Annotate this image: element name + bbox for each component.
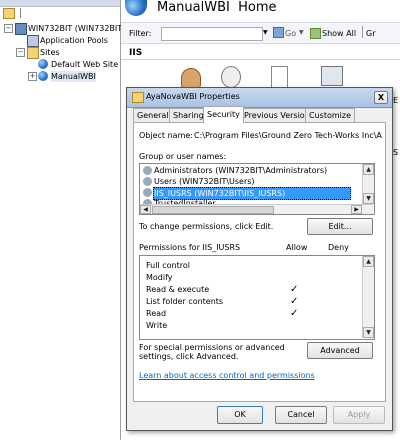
feature-default-document-icon[interactable] <box>271 66 288 88</box>
scroll-right-arrow-icon[interactable]: ▶ <box>351 205 362 214</box>
sites-folder-icon <box>27 47 39 59</box>
group-iis-icon <box>143 188 152 197</box>
permission-allow: ✓ <box>290 296 299 307</box>
show-all-icon <box>310 28 321 39</box>
close-icon[interactable]: X <box>374 91 388 104</box>
tree-node-default-site[interactable]: Default Web Site <box>51 59 118 70</box>
advanced-button[interactable]: Advanced <box>307 342 373 359</box>
folder-title-icon <box>132 92 144 103</box>
feature-compression-icon[interactable] <box>221 66 241 88</box>
group-names-list[interactable]: Administrators (WIN732BIT\Administrators… <box>139 163 375 215</box>
permission-allow: ✓ <box>290 284 299 295</box>
permission-name: List folder contents <box>146 297 224 306</box>
filter-input[interactable] <box>161 27 263 41</box>
learn-more-link[interactable]: Learn about access control and permissio… <box>139 371 315 380</box>
default-site-globe-icon <box>38 59 48 69</box>
dialog-title-bar[interactable]: AyaNovaWBI Properties X <box>127 88 392 108</box>
site-header-globe-icon <box>125 0 147 16</box>
security-tab-panel: Object name: C:\Program Files\Ground Zer… <box>133 122 386 402</box>
tab-sharing[interactable]: Sharing <box>169 108 208 122</box>
filter-dropdown-arrow-icon[interactable]: ▼ <box>263 29 268 36</box>
folder-toolbar-icon[interactable] <box>3 8 15 19</box>
tree-node-sites[interactable]: Sites <box>40 47 60 58</box>
server-icon <box>15 23 27 35</box>
dialog-title: AyaNovaWBI Properties <box>146 92 240 101</box>
object-name-label: Object name: <box>139 131 193 140</box>
list-item[interactable]: Administrators (WIN732BIT\Administrators… <box>154 165 327 176</box>
cancel-button[interactable]: Cancel <box>275 406 327 424</box>
scroll-left-arrow-icon[interactable]: ◀ <box>140 205 151 214</box>
permission-name: Write <box>146 321 168 330</box>
scroll-up-arrow-icon[interactable]: ▲ <box>363 256 374 267</box>
tree-node-app-pools[interactable]: Application Pools <box>40 35 108 46</box>
permission-name: Read & execute <box>146 285 210 294</box>
object-name-value: C:\Program Files\Ground Zero Tech-Works … <box>194 131 382 140</box>
page-title: ManualWBI Home <box>157 0 277 15</box>
tree-toolbar-strip <box>0 0 120 7</box>
scroll-down-arrow-icon[interactable]: ▼ <box>363 327 374 338</box>
permissions-list: Full control Modify Read & execute ✓ Lis… <box>139 255 375 340</box>
permission-allow: ✓ <box>290 308 299 319</box>
go-icon[interactable] <box>273 27 284 38</box>
properties-dialog: AyaNovaWBI Properties X General Sharing … <box>126 87 393 431</box>
scroll-down-arrow-icon[interactable]: ▼ <box>363 193 374 204</box>
manual-site-globe-icon <box>38 71 48 81</box>
show-all-button[interactable]: Show All <box>322 29 356 38</box>
filter-label: Filter: <box>129 29 152 38</box>
feature-caption-fragment-s: S <box>393 148 399 157</box>
apply-button[interactable]: Apply <box>333 406 385 424</box>
special-permissions-text: For special permissions or advanced sett… <box>139 343 285 361</box>
feature-caption-fragment-e: E <box>393 96 399 105</box>
list-item[interactable]: Users (WIN732BIT\Users) <box>154 176 255 187</box>
permission-name: Read <box>146 309 167 318</box>
permissions-vertical-scrollbar[interactable]: ▲ ▼ <box>362 256 374 338</box>
group-list-vertical-scrollbar[interactable]: ▲ ▼ <box>362 164 374 204</box>
server-expand-toggle[interactable]: − <box>4 24 13 33</box>
group-by-button[interactable]: Gr <box>366 29 376 38</box>
section-divider <box>121 59 400 60</box>
sites-expand-toggle[interactable]: − <box>16 48 25 57</box>
tab-customize[interactable]: Customize <box>305 108 355 122</box>
permission-name: Full control <box>146 261 190 270</box>
change-permissions-text: To change permissions, click Edit. <box>139 222 274 231</box>
group-users-icon <box>143 177 152 186</box>
group-list-horizontal-scrollbar[interactable]: ◀ ▶ <box>140 204 373 214</box>
tree-node-manual-site[interactable]: ManualWBI <box>51 71 96 82</box>
app-pools-icon <box>27 35 39 47</box>
scroll-thumb[interactable] <box>152 206 274 214</box>
group-names-label: Group or user names: <box>139 152 227 161</box>
section-header-iis: IIS <box>129 48 143 58</box>
scroll-up-arrow-icon[interactable]: ▲ <box>363 164 374 175</box>
feature-directory-browsing-icon[interactable] <box>321 66 343 86</box>
manual-site-expand-toggle[interactable]: + <box>28 72 37 81</box>
ok-button[interactable]: OK <box>217 406 263 424</box>
feature-authentication-icon[interactable] <box>181 68 201 88</box>
toolbar-separator <box>362 26 363 38</box>
allow-column-header: Allow <box>286 243 308 252</box>
go-button[interactable]: Go <box>285 29 296 38</box>
group-admin-icon <box>143 166 152 175</box>
permission-name: Modify <box>146 273 173 282</box>
connections-tree-pane: − WIN732BIT (WIN732BIT\Joyce) Applicatio… <box>0 0 149 440</box>
go-dropdown-arrow-icon[interactable]: ▼ <box>299 29 304 36</box>
tab-general[interactable]: General <box>133 108 173 122</box>
deny-column-header: Deny <box>328 243 349 252</box>
edit-button[interactable]: Edit... <box>307 218 373 235</box>
tab-security[interactable]: Security <box>203 106 244 123</box>
toolbar-separator <box>20 8 21 18</box>
permissions-header-label: Permissions for IIS_IUSRS <box>139 243 241 252</box>
